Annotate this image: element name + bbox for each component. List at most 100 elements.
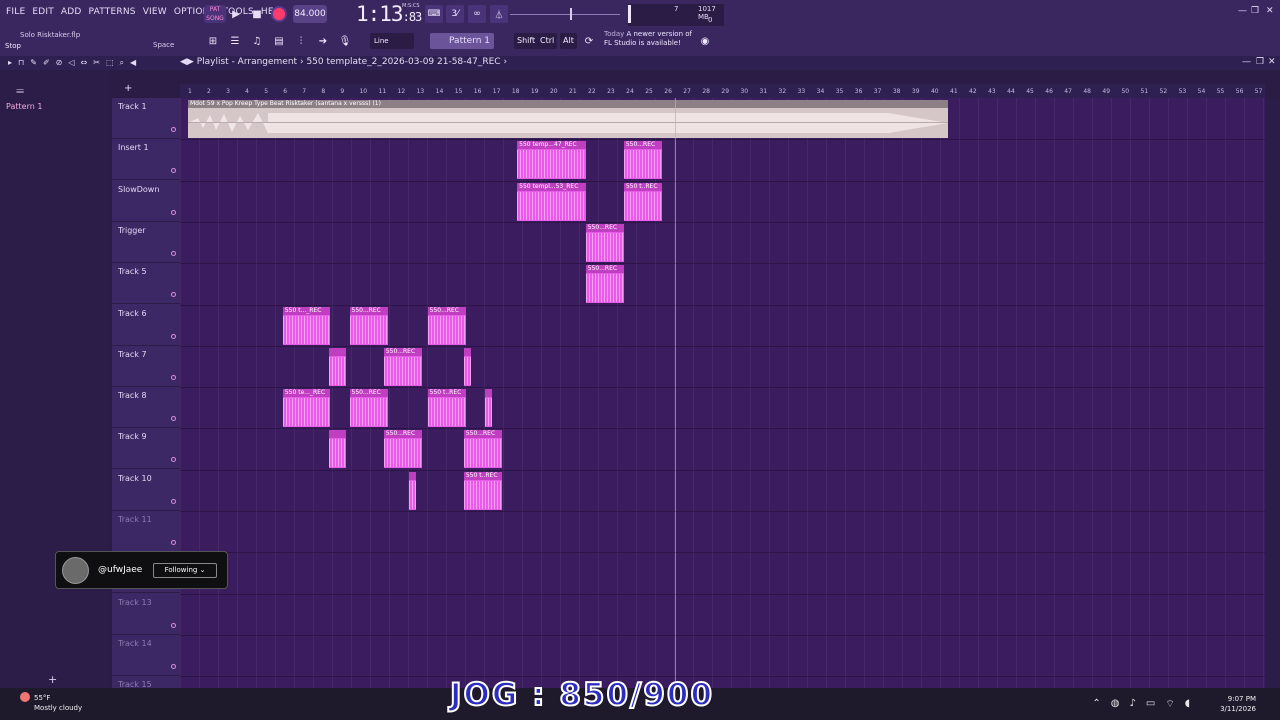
tempo-display[interactable]: 84.000	[293, 5, 327, 23]
magnet-icon[interactable]: ⊓	[18, 58, 24, 68]
zoom-icon[interactable]: ⌕	[120, 58, 124, 68]
menu-item-file[interactable]: FILE	[6, 7, 25, 17]
wifi-icon[interactable]: ⌔	[1165, 698, 1174, 711]
minimize-icon[interactable]: —	[1238, 6, 1247, 16]
audio-clip[interactable]	[328, 430, 346, 469]
track-header[interactable]: Track 10	[112, 470, 180, 511]
snap-selector[interactable]: Line	[370, 33, 414, 49]
update-icon[interactable]: ⟳	[580, 32, 598, 50]
track-enable-icon[interactable]	[171, 457, 176, 463]
weather-icon[interactable]	[20, 692, 30, 702]
playlist-icon[interactable]: ▤	[270, 32, 288, 50]
channel-rack-icon[interactable]: ⊞	[204, 32, 222, 50]
track-enable-icon[interactable]	[171, 622, 176, 628]
track-header[interactable]: Track 9	[112, 428, 180, 470]
track-header[interactable]: SlowDown	[112, 181, 180, 222]
playlist-grid[interactable]: Mdot 59 x Pop Kreep Type Beat Risktaker …	[180, 98, 1265, 719]
track-enable-icon[interactable]	[171, 127, 176, 132]
vertical-scrollbar[interactable]	[1265, 98, 1280, 688]
playlist-close-icon[interactable]: ✕	[1268, 57, 1276, 67]
slip-icon[interactable]: ⇔	[81, 58, 88, 68]
audio-clip[interactable]	[463, 347, 472, 386]
menu-item-add[interactable]: ADD	[61, 7, 82, 17]
track-header[interactable]: Track 8	[112, 387, 180, 429]
audio-clip[interactable]	[328, 347, 346, 386]
audio-clip[interactable]: 550 t..REC	[623, 182, 662, 221]
menu-item-view[interactable]: VIEW	[143, 7, 167, 17]
breadcrumb-arrows-icon[interactable]: ◀▶	[180, 57, 194, 67]
track-header[interactable]: Track 14	[112, 635, 180, 676]
weather-widget[interactable]: 55°F Mostly cloudy	[34, 693, 82, 713]
browser-item-pattern-1[interactable]: Pattern 1	[6, 102, 42, 111]
audio-clip[interactable]: 550...REC	[383, 347, 422, 386]
master-pitch-slider[interactable]	[510, 8, 620, 20]
audio-clip[interactable]: 550 t..REC	[463, 471, 502, 510]
track-header[interactable]: Track 1	[112, 98, 180, 139]
pattern-selector[interactable]: Pattern 1	[430, 33, 494, 49]
playlist-maximize-icon[interactable]: ❐	[1256, 57, 1264, 67]
track-enable-icon[interactable]	[171, 663, 176, 669]
playback-icon[interactable]: ◀	[130, 58, 136, 68]
audio-clip[interactable]: 550...REC	[383, 430, 422, 469]
paint-icon[interactable]: ✐	[43, 58, 50, 68]
track-enable-icon[interactable]	[171, 292, 176, 298]
display-icon[interactable]: ▭	[1146, 698, 1155, 711]
close-icon[interactable]: ✕	[1266, 6, 1274, 16]
playlist-minimize-icon[interactable]: —	[1242, 57, 1251, 67]
menu-item-patterns[interactable]: PATTERNS	[89, 7, 136, 17]
audio-clip[interactable]: 550...REC	[349, 389, 388, 428]
main-audio-clip[interactable]: Mdot 59 x Pop Kreep Type Beat Risktaker …	[188, 100, 948, 138]
audio-clip[interactable]: 550...REC	[585, 265, 624, 304]
news-panel[interactable]: Today A newer version of FL Studio is av…	[604, 30, 692, 48]
piano-icon[interactable]: 𝍢	[16, 83, 24, 100]
add-track-icon[interactable]: +	[124, 83, 132, 94]
taskbar-clock[interactable]: 9:07 PM 3/11/2026	[1220, 694, 1256, 714]
delete-icon[interactable]: ⊘	[56, 58, 63, 68]
audio-clip[interactable]	[484, 389, 493, 428]
track-enable-icon[interactable]	[171, 209, 176, 215]
audio-clip[interactable]: 550 t..REC	[427, 389, 466, 428]
track-enable-icon[interactable]	[171, 333, 176, 339]
maximize-icon[interactable]: ❐	[1251, 6, 1259, 16]
menu-item-edit[interactable]: EDIT	[32, 7, 54, 17]
audio-clip[interactable]: 550...REC	[349, 306, 388, 345]
track-header[interactable]: Track 13	[112, 594, 180, 635]
pencil-icon[interactable]: ✎	[30, 58, 37, 68]
stop-button[interactable]: ■	[249, 6, 265, 22]
network-icon[interactable]: ◍	[1111, 698, 1120, 711]
audio-clip[interactable]: 550 te..._REC	[282, 389, 331, 428]
add-pattern-icon[interactable]: +	[48, 673, 57, 686]
piano-roll-icon[interactable]: ♫	[248, 32, 266, 50]
shift-key-button[interactable]: Shift	[514, 33, 539, 49]
globe-icon[interactable]: ◉	[696, 32, 714, 50]
playhead-line[interactable]	[675, 98, 676, 688]
track-header[interactable]: Insert 1	[112, 139, 180, 181]
track-header[interactable]: Track 11	[112, 511, 180, 552]
audio-clip[interactable]: 550 templ...53_REC	[517, 182, 586, 221]
audio-clip[interactable]	[408, 471, 417, 510]
pat-song-toggle[interactable]: PAT SONG	[204, 5, 226, 23]
volume-icon[interactable]: ◖	[1185, 698, 1190, 711]
audio-clip[interactable]: 550...REC	[463, 430, 502, 469]
track-header[interactable]: Track 7	[112, 346, 180, 387]
mixer-icon[interactable]: ⫶	[292, 32, 310, 50]
select-icon[interactable]: ⬚	[106, 58, 114, 68]
play-button[interactable]: ▶	[228, 6, 244, 22]
menu-arrow-icon[interactable]: ▸	[8, 58, 12, 68]
alt-key-button[interactable]: Alt	[560, 33, 577, 49]
microphone-icon[interactable]: 🎙	[336, 32, 354, 50]
record-button[interactable]	[271, 6, 287, 22]
countdown-icon[interactable]: 3⁄	[446, 5, 464, 23]
track-enable-icon[interactable]	[171, 540, 176, 545]
track-enable-icon[interactable]	[171, 416, 176, 422]
arrow-icon[interactable]: ➔	[314, 32, 332, 50]
typing-keyboard-icon[interactable]: ⌨	[425, 5, 443, 23]
slice-icon[interactable]: ✂	[93, 58, 100, 68]
audio-clip[interactable]: 550 temp...47_REC	[517, 141, 586, 180]
track-header[interactable]: Trigger	[112, 222, 180, 263]
following-button[interactable]: Following ⌄	[153, 563, 217, 578]
track-enable-icon[interactable]	[171, 250, 176, 256]
track-header[interactable]: Track 5	[112, 263, 180, 305]
track-enable-icon[interactable]	[171, 168, 176, 174]
ctrl-key-button[interactable]: Ctrl	[537, 33, 558, 49]
